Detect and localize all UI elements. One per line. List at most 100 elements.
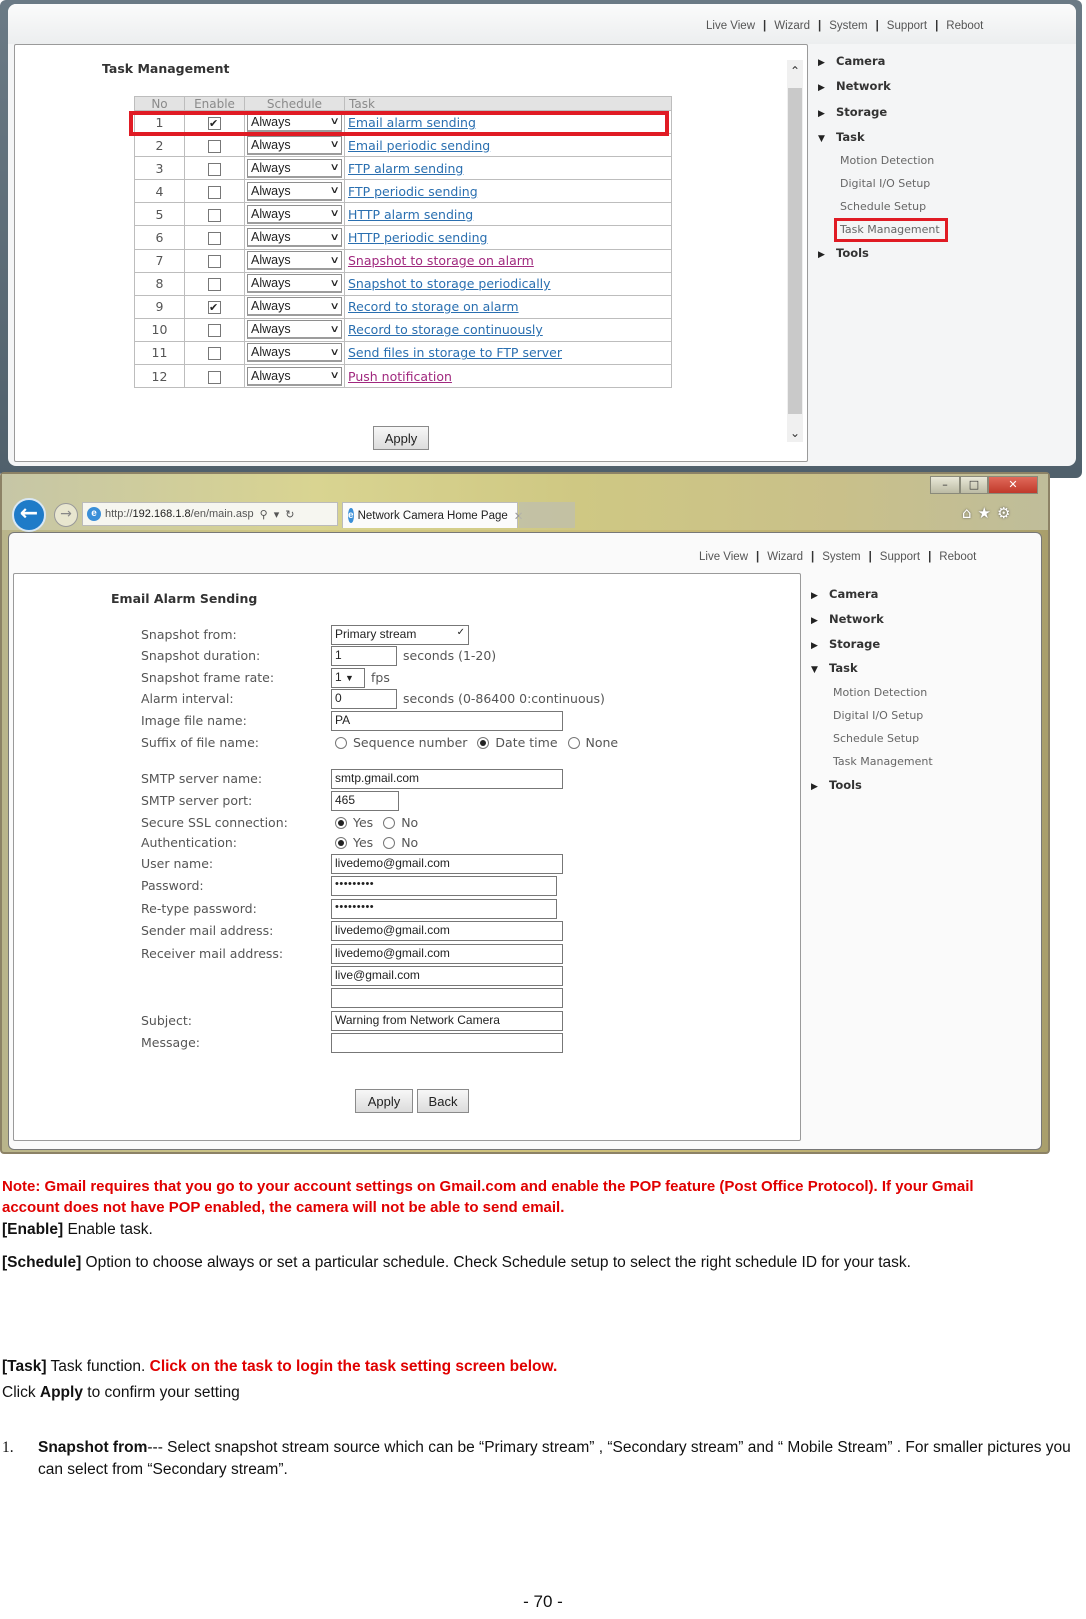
favorites-star-icon[interactable]: ★: [978, 504, 997, 522]
task-link[interactable]: Record to storage on alarm: [348, 299, 519, 314]
frame-rate-select[interactable]: 1 ▼: [331, 668, 365, 688]
image-file-name-input[interactable]: PA: [331, 711, 563, 731]
enable-checkbox[interactable]: [208, 185, 221, 199]
minimize-icon[interactable]: –: [930, 476, 960, 494]
snapshot-duration-input[interactable]: 1: [331, 646, 397, 666]
scrollbar[interactable]: ⌃ ⌄: [787, 60, 803, 442]
dropdown-icon[interactable]: ▾: [274, 508, 280, 521]
enable-checkbox[interactable]: [208, 278, 221, 292]
submenu-digital-io-setup[interactable]: Digital I/O Setup: [833, 709, 923, 722]
task-link[interactable]: Snapshot to storage on alarm: [348, 253, 534, 268]
scroll-down-icon[interactable]: ⌄: [787, 426, 803, 440]
nav-wizard[interactable]: Wizard: [767, 551, 803, 563]
enable-checkbox[interactable]: [208, 301, 221, 315]
refresh-icon[interactable]: ↻: [285, 508, 294, 521]
user-name-input[interactable]: livedemo@gmail.com: [331, 854, 563, 874]
task-link[interactable]: HTTP periodic sending: [348, 230, 488, 245]
task-link[interactable]: Record to storage continuously: [348, 322, 543, 337]
back-button[interactable]: ←: [12, 498, 46, 532]
forward-button[interactable]: →: [54, 503, 78, 527]
task-link[interactable]: Send files in storage to FTP server: [348, 345, 562, 360]
enable-checkbox[interactable]: [208, 324, 221, 338]
radio-sequence-number[interactable]: [335, 736, 347, 749]
receiver-address-input-3[interactable]: [331, 988, 563, 1008]
scrollbar-thumb[interactable]: [788, 88, 802, 414]
menu-task[interactable]: ▼ Task: [811, 661, 858, 675]
submenu-motion-detection[interactable]: Motion Detection: [840, 154, 934, 167]
schedule-select[interactable]: Always ∨: [247, 320, 342, 340]
nav-support[interactable]: Support: [880, 551, 920, 563]
enable-checkbox[interactable]: [208, 232, 221, 246]
retype-password-input[interactable]: •••••••••: [331, 899, 557, 919]
task-link[interactable]: Email periodic sending: [348, 138, 490, 153]
schedule-select[interactable]: Always ∨: [247, 135, 342, 155]
nav-system[interactable]: System: [822, 551, 860, 563]
apply-button[interactable]: Apply: [355, 1089, 413, 1113]
browser-tab[interactable]: e Network Camera Home Page ✕: [342, 502, 523, 528]
submenu-schedule-setup[interactable]: Schedule Setup: [840, 200, 926, 213]
schedule-select[interactable]: Always ∨: [247, 366, 342, 386]
task-link[interactable]: HTTP alarm sending: [348, 207, 473, 222]
nav-system[interactable]: System: [829, 20, 867, 32]
submenu-schedule-setup[interactable]: Schedule Setup: [833, 732, 919, 745]
message-input[interactable]: [331, 1033, 563, 1053]
radio-auth-no[interactable]: [383, 836, 396, 849]
schedule-select[interactable]: Always ∨: [247, 228, 342, 248]
task-link[interactable]: FTP alarm sending: [348, 161, 463, 176]
home-icon[interactable]: ⌂: [962, 504, 978, 522]
schedule-select[interactable]: Always ∨: [247, 158, 342, 178]
menu-task[interactable]: ▼ Task: [818, 130, 865, 144]
radio-none[interactable]: [567, 736, 580, 749]
new-tab-button[interactable]: [519, 502, 575, 528]
maximize-icon[interactable]: □: [960, 476, 988, 494]
menu-camera[interactable]: ▶ Camera: [811, 587, 878, 601]
nav-support[interactable]: Support: [887, 20, 927, 32]
enable-checkbox[interactable]: [208, 255, 221, 269]
submenu-motion-detection[interactable]: Motion Detection: [833, 686, 927, 699]
enable-checkbox[interactable]: [208, 347, 221, 361]
sender-address-input[interactable]: livedemo@gmail.com: [331, 921, 563, 941]
subject-input[interactable]: Warning from Network Camera: [331, 1011, 563, 1031]
menu-camera[interactable]: ▶ Camera: [818, 54, 885, 68]
menu-tools[interactable]: ▶ Tools: [818, 246, 869, 260]
schedule-select[interactable]: Always ∨: [247, 343, 342, 363]
schedule-select[interactable]: Always ∨: [247, 204, 342, 224]
settings-gear-icon[interactable]: ⚙: [997, 504, 1016, 522]
menu-network[interactable]: ▶ Network: [811, 612, 884, 626]
nav-reboot[interactable]: Reboot: [939, 551, 976, 563]
submenu-digital-io-setup[interactable]: Digital I/O Setup: [840, 177, 930, 190]
menu-storage[interactable]: ▶ Storage: [811, 637, 880, 651]
receiver-address-input-2[interactable]: live@gmail.com: [331, 966, 563, 986]
alarm-interval-input[interactable]: 0: [331, 689, 397, 709]
menu-tools[interactable]: ▶ Tools: [811, 778, 862, 792]
receiver-address-input-1[interactable]: livedemo@gmail.com: [331, 944, 563, 964]
nav-wizard[interactable]: Wizard: [774, 20, 810, 32]
task-link[interactable]: FTP periodic sending: [348, 184, 478, 199]
nav-live-view[interactable]: Live View: [706, 20, 755, 32]
task-link[interactable]: Push notification: [348, 369, 452, 384]
address-bar[interactable]: e http://192.168.1.8/en/main.asp ⚲ ▾ ↻: [82, 502, 338, 526]
scroll-up-icon[interactable]: ⌃: [787, 64, 803, 78]
enable-checkbox[interactable]: [208, 162, 221, 176]
enable-checkbox[interactable]: [208, 139, 221, 153]
close-window-icon[interactable]: ✕: [988, 476, 1038, 494]
submenu-task-management[interactable]: Task Management: [833, 755, 933, 768]
menu-storage[interactable]: ▶ Storage: [818, 105, 887, 119]
radio-ssl-yes[interactable]: [335, 816, 347, 829]
schedule-select[interactable]: Always ∨: [247, 274, 342, 294]
nav-live-view[interactable]: Live View: [699, 551, 748, 563]
smtp-server-port-input[interactable]: 465: [331, 791, 399, 811]
nav-reboot[interactable]: Reboot: [946, 20, 983, 32]
enable-checkbox[interactable]: [208, 208, 221, 222]
smtp-server-name-input[interactable]: smtp.gmail.com: [331, 769, 563, 789]
schedule-select[interactable]: Always ∨: [247, 251, 342, 271]
apply-button[interactable]: Apply: [373, 426, 429, 450]
snapshot-from-select[interactable]: Primary stream ✓: [331, 625, 469, 645]
radio-date-time[interactable]: [477, 736, 490, 749]
menu-network[interactable]: ▶ Network: [818, 79, 891, 93]
schedule-select[interactable]: Always ∨: [247, 181, 342, 201]
back-form-button[interactable]: Back: [417, 1089, 469, 1113]
password-input[interactable]: •••••••••: [331, 876, 557, 896]
search-icon[interactable]: ⚲: [260, 508, 268, 521]
schedule-select[interactable]: Always ∨: [247, 297, 342, 317]
